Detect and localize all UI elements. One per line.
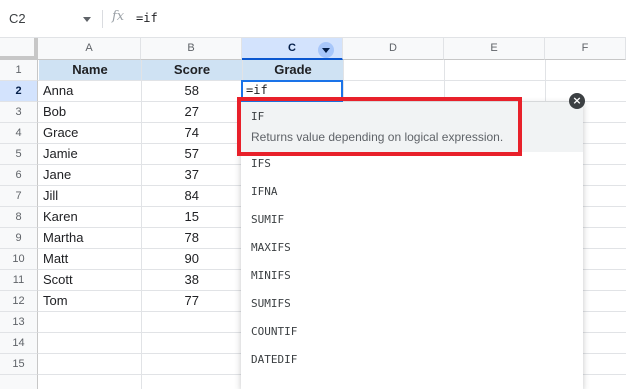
name-cell[interactable]: Matt (39, 249, 141, 269)
autocomplete-item-ifs[interactable]: IFS (251, 157, 271, 170)
score-cell[interactable]: 78 (142, 228, 242, 248)
name-cell[interactable]: Jamie (39, 144, 141, 164)
close-icon[interactable]: × (569, 93, 585, 109)
autocomplete-item-ifna[interactable]: IFNA (251, 185, 278, 198)
name-cell[interactable]: Bob (39, 102, 141, 122)
row-header[interactable]: 13 (0, 312, 38, 333)
highlight-box (237, 97, 522, 156)
column-header-e[interactable]: E (444, 38, 545, 60)
name-cell[interactable]: Jane (39, 165, 141, 185)
row-header[interactable]: 5 (0, 144, 38, 165)
header-cell-grade[interactable]: Grade (243, 60, 343, 80)
column-header-a[interactable]: A (38, 38, 141, 60)
row-header[interactable]: 12 (0, 291, 38, 312)
row-header[interactable]: 1 (0, 60, 38, 81)
name-cell[interactable]: Scott (39, 270, 141, 290)
score-cell[interactable]: 77 (142, 291, 242, 311)
score-cell[interactable]: 74 (142, 123, 242, 143)
formula-bar: C2 fx =if (0, 0, 626, 38)
row-header[interactable]: 6 (0, 165, 38, 186)
chevron-down-icon[interactable] (83, 17, 91, 22)
select-all-corner[interactable] (0, 38, 38, 60)
score-cell[interactable]: 57 (142, 144, 242, 164)
name-cell[interactable]: Martha (39, 228, 141, 248)
active-cell-text: =if (246, 83, 268, 97)
row-header[interactable]: 11 (0, 270, 38, 291)
autocomplete-item-datedif[interactable]: DATEDIF (251, 353, 297, 366)
row-header[interactable]: 9 (0, 228, 38, 249)
row-header[interactable]: 10 (0, 249, 38, 270)
row-header-selected[interactable]: 2 (0, 81, 38, 102)
autocomplete-item-sumifs[interactable]: SUMIFS (251, 297, 291, 310)
score-cell[interactable]: 27 (142, 102, 242, 122)
row-header[interactable]: 4 (0, 123, 38, 144)
name-box[interactable]: C2 (6, 8, 94, 30)
score-cell[interactable]: 37 (142, 165, 242, 185)
row-header[interactable]: 15 (0, 354, 38, 375)
name-cell[interactable]: Grace (39, 123, 141, 143)
autocomplete-item-minifs[interactable]: MINIFS (251, 269, 291, 282)
fx-icon: fx (112, 9, 125, 24)
name-cell[interactable]: Tom (39, 291, 141, 311)
row-header[interactable]: 7 (0, 186, 38, 207)
column-header-d[interactable]: D (343, 38, 444, 60)
row-header[interactable]: 3 (0, 102, 38, 123)
row-header[interactable]: 14 (0, 333, 38, 354)
autocomplete-item-countif[interactable]: COUNTIF (251, 325, 297, 338)
name-cell[interactable]: Anna (39, 81, 141, 101)
score-cell[interactable]: 58 (142, 81, 242, 101)
formula-input[interactable]: =if (136, 11, 158, 25)
name-cell[interactable]: Karen (39, 207, 141, 227)
column-header-f[interactable]: F (545, 38, 626, 60)
autocomplete-item-sumif[interactable]: SUMIF (251, 213, 284, 226)
formula-bar-divider (102, 10, 103, 28)
score-cell[interactable]: 90 (142, 249, 242, 269)
name-cell[interactable]: Jill (39, 186, 141, 206)
score-cell[interactable]: 84 (142, 186, 242, 206)
header-cell-name[interactable]: Name (39, 60, 141, 80)
column-header-b[interactable]: B (141, 38, 242, 60)
column-menu-dropdown-icon[interactable] (318, 42, 334, 58)
score-cell[interactable]: 38 (142, 270, 242, 290)
score-cell[interactable]: 15 (142, 207, 242, 227)
row-header[interactable] (0, 375, 38, 389)
cell-reference: C2 (9, 11, 26, 26)
header-cell-score[interactable]: Score (142, 60, 242, 80)
autocomplete-item-maxifs[interactable]: MAXIFS (251, 241, 291, 254)
row-header[interactable]: 8 (0, 207, 38, 228)
